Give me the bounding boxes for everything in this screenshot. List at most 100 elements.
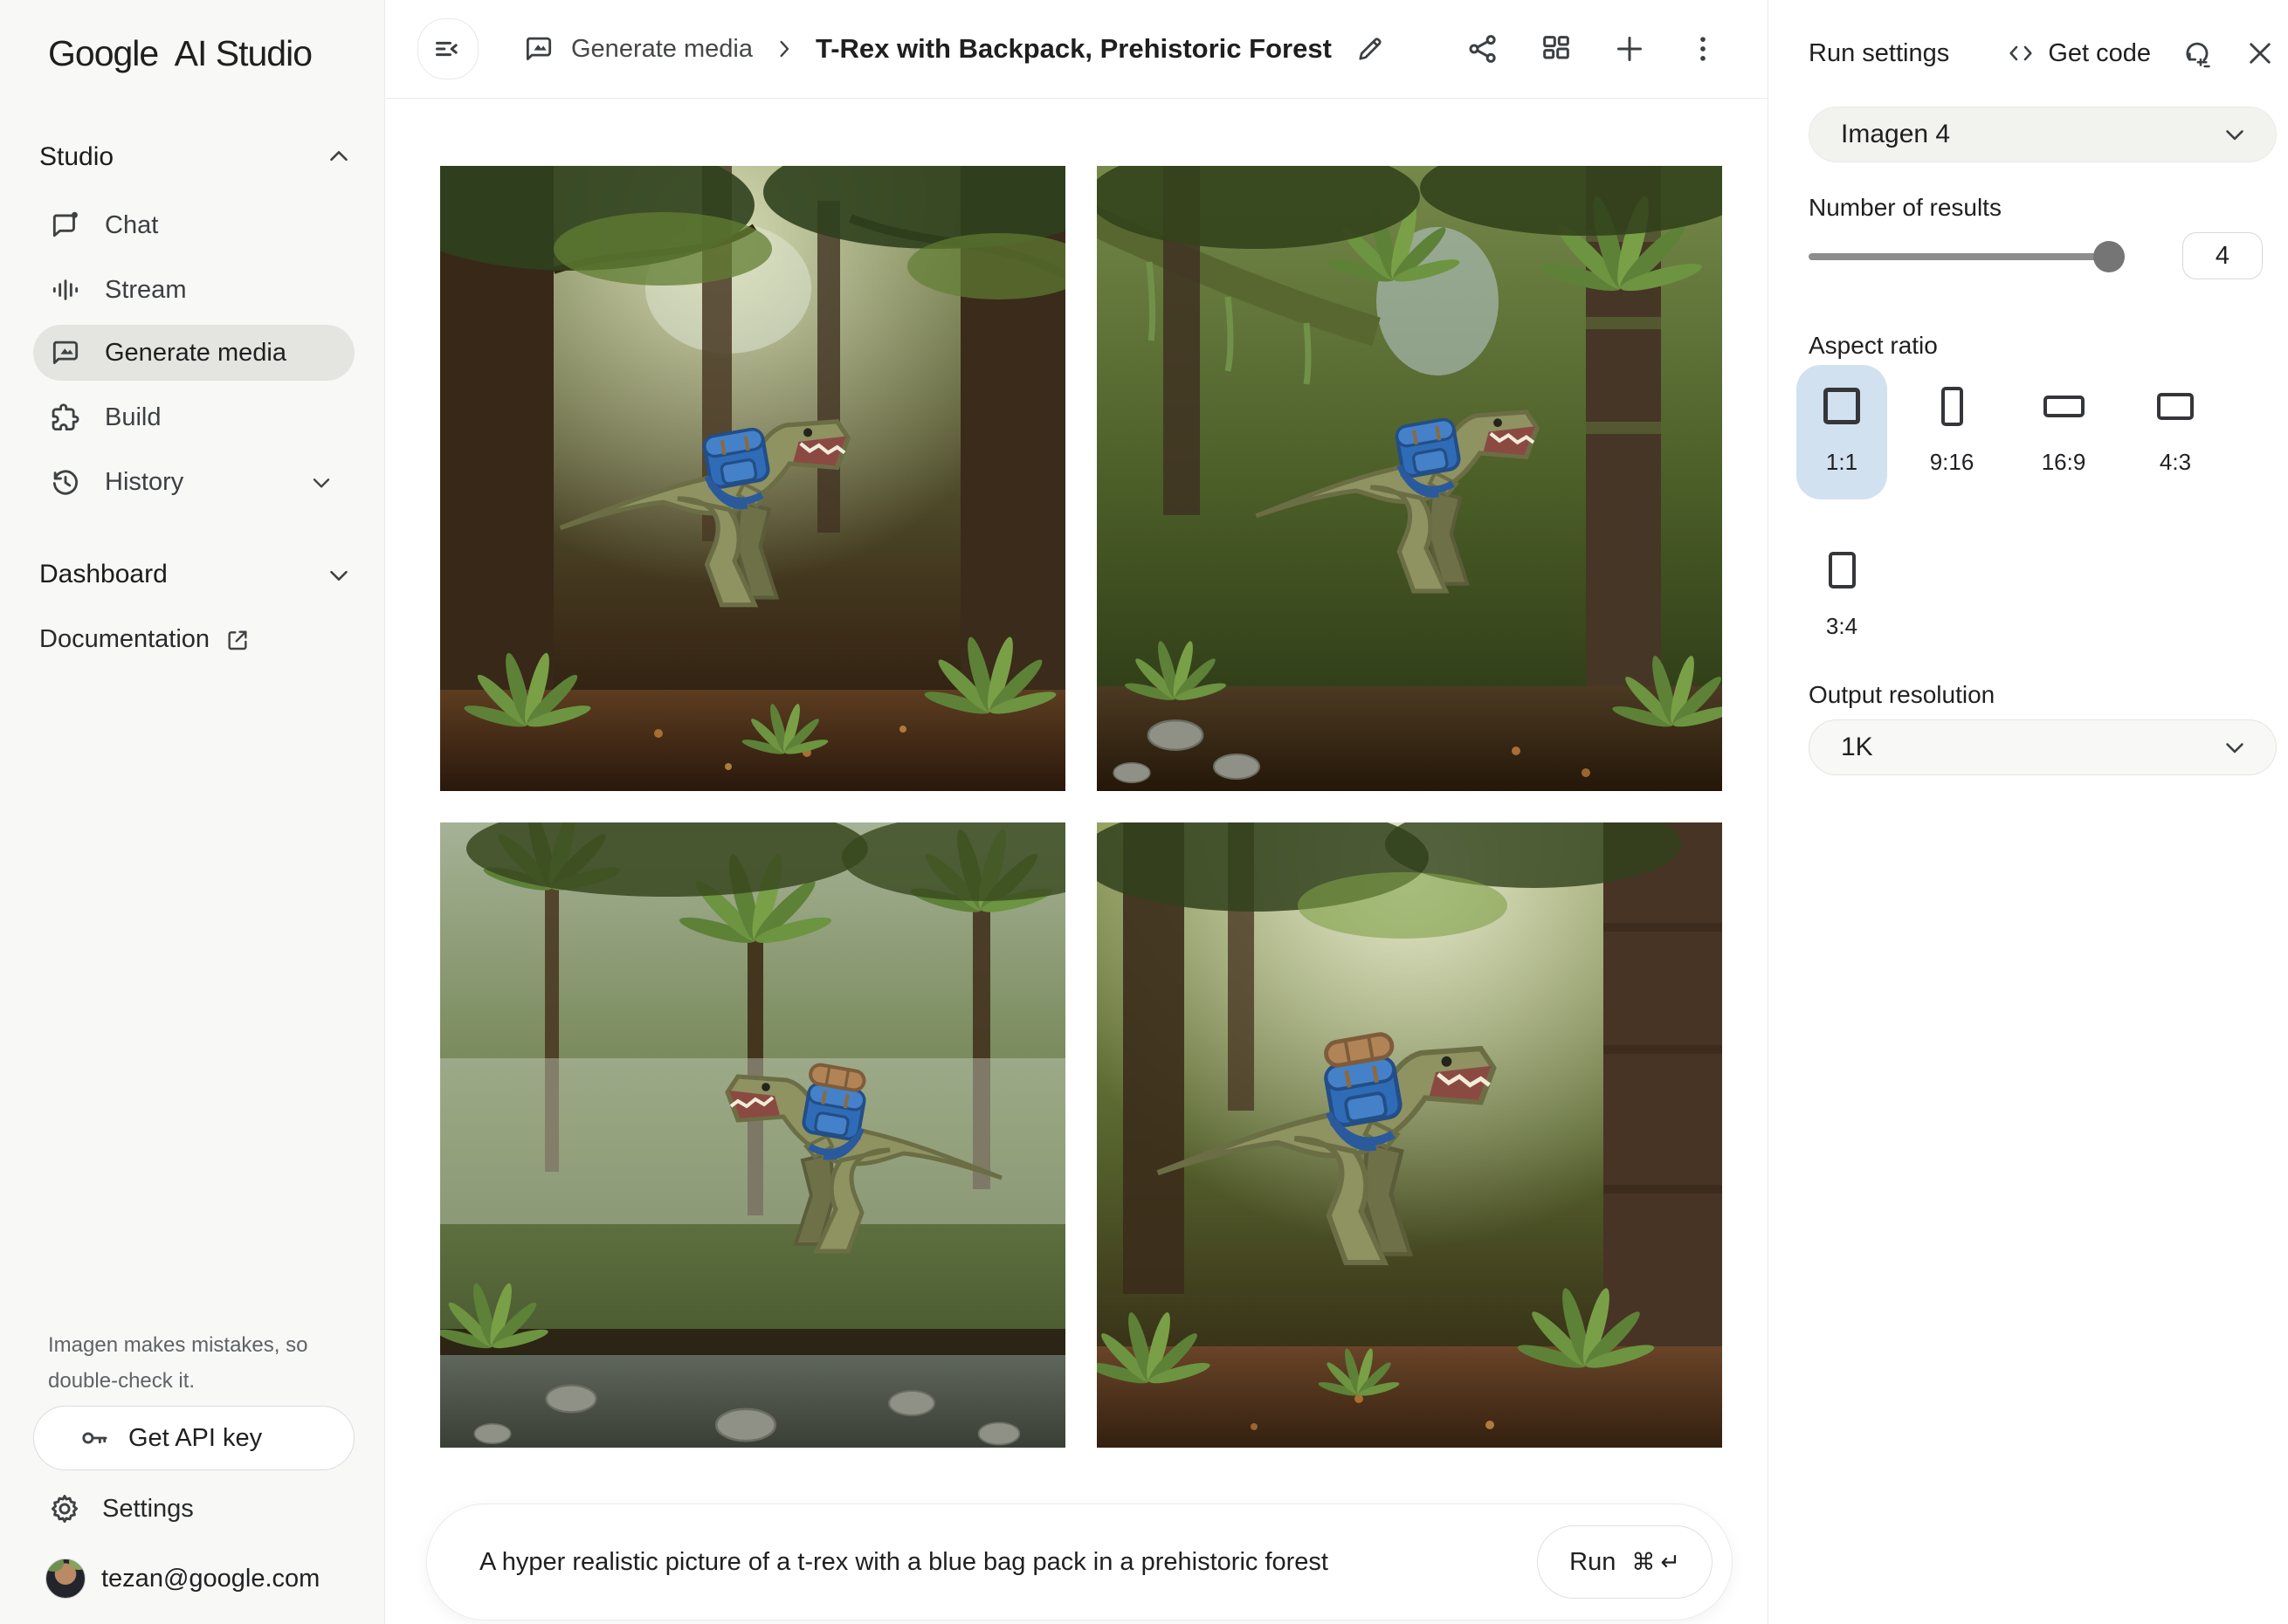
generated-image-2[interactable] bbox=[1097, 166, 1722, 791]
sidebar-item-stream[interactable]: Stream bbox=[33, 262, 355, 318]
sidebar-item-label: Generate media bbox=[105, 339, 286, 368]
settings-label: Settings bbox=[102, 1495, 194, 1524]
get-code-button[interactable]: Get code bbox=[2006, 38, 2151, 68]
sidebar-item-history[interactable]: History bbox=[33, 454, 355, 510]
more-options-button[interactable] bbox=[1685, 31, 1720, 66]
aspect-1-1-icon bbox=[1823, 388, 1860, 424]
header-actions bbox=[1465, 31, 1720, 66]
main-content: Generate media T-Rex with Backpack, Preh… bbox=[385, 0, 1768, 1624]
plus-icon bbox=[1612, 31, 1647, 66]
chevron-down-icon bbox=[2220, 120, 2250, 149]
generate-media-icon bbox=[49, 336, 82, 369]
account-button[interactable]: tezan@google.com bbox=[45, 1556, 320, 1601]
aspect-4-3-icon bbox=[2157, 393, 2194, 420]
cmd-key-icon: ⌘ bbox=[1631, 1549, 1655, 1576]
sidebar-section-studio[interactable]: Studio bbox=[39, 136, 354, 178]
generated-image-3[interactable] bbox=[440, 822, 1065, 1448]
results-slider-thumb[interactable] bbox=[2093, 241, 2125, 272]
page-title: T-Rex with Backpack, Prehistoric Forest bbox=[816, 33, 1332, 65]
generated-image-1[interactable] bbox=[440, 166, 1065, 791]
dashboard-grid-icon bbox=[1539, 31, 1574, 66]
run-button[interactable]: Run ⌘ ↵ bbox=[1537, 1525, 1713, 1599]
sidebar-item-label: Stream bbox=[105, 276, 186, 305]
aspect-option-3-4[interactable]: 3:4 bbox=[1796, 529, 1887, 664]
logo-google: Google bbox=[48, 33, 158, 73]
rename-button[interactable] bbox=[1354, 33, 1386, 65]
sidebar-item-documentation[interactable]: Documentation bbox=[39, 625, 252, 654]
run-settings-panel: Run settings Get code bbox=[1768, 0, 2288, 1624]
model-select[interactable]: Imagen 4 bbox=[1809, 107, 2277, 162]
aspect-option-4-3[interactable]: 4:3 bbox=[2130, 365, 2221, 499]
aspect-ratio-label: Aspect ratio bbox=[1809, 332, 1938, 360]
aspect-option-9-16[interactable]: 9:16 bbox=[1906, 365, 1997, 499]
prompt-input[interactable]: A hyper realistic picture of a t-rex wit… bbox=[426, 1504, 1733, 1621]
chevron-up-icon bbox=[324, 142, 354, 172]
get-api-key-button[interactable]: Get API key bbox=[33, 1406, 355, 1470]
output-resolution-value: 1K bbox=[1841, 733, 1873, 762]
get-api-key-label: Get API key bbox=[128, 1424, 262, 1453]
aspect-16-9-icon bbox=[2043, 396, 2085, 417]
app-logo[interactable]: Google AI Studio bbox=[48, 33, 312, 74]
reset-settings-icon bbox=[2181, 37, 2214, 70]
chevron-right-icon bbox=[770, 35, 798, 63]
section-dashboard-label: Dashboard bbox=[39, 560, 168, 589]
output-resolution-label: Output resolution bbox=[1809, 681, 1995, 709]
model-select-value: Imagen 4 bbox=[1841, 120, 1950, 149]
share-icon bbox=[1465, 31, 1500, 66]
output-resolution-select[interactable]: 1K bbox=[1809, 719, 2277, 775]
sidebar-item-label: History bbox=[105, 468, 183, 497]
external-link-icon bbox=[224, 626, 252, 654]
kebab-menu-icon bbox=[1685, 31, 1720, 66]
generated-image-4[interactable] bbox=[1097, 822, 1722, 1448]
collapse-panel-icon bbox=[431, 31, 465, 66]
aspect-3-4-icon bbox=[1829, 552, 1856, 588]
section-studio-label: Studio bbox=[39, 142, 114, 172]
documentation-label: Documentation bbox=[39, 625, 210, 654]
breadcrumb-label: Generate media bbox=[571, 35, 753, 64]
aspect-9-16-icon bbox=[1941, 387, 1963, 426]
reset-settings-button[interactable] bbox=[2181, 37, 2214, 70]
breadcrumb[interactable]: Generate media bbox=[522, 32, 753, 65]
aspect-option-16-9[interactable]: 16:9 bbox=[2018, 365, 2109, 499]
close-icon bbox=[2243, 37, 2277, 70]
model-disclaimer: Imagen makes mistakes, so double-check i… bbox=[48, 1327, 345, 1399]
number-of-results-control: 4 bbox=[1809, 232, 2277, 281]
puzzle-icon bbox=[49, 401, 82, 434]
run-label: Run bbox=[1569, 1548, 1616, 1577]
generate-media-icon bbox=[522, 32, 555, 65]
number-of-results-label: Number of results bbox=[1809, 194, 2002, 222]
code-icon bbox=[2006, 38, 2036, 68]
sidebar-item-generate-media[interactable]: Generate media bbox=[33, 325, 355, 381]
share-button[interactable] bbox=[1465, 31, 1500, 66]
sidebar-item-label: Chat bbox=[105, 211, 158, 240]
google-ai-studio-app: Google AI Studio Studio Chat Stream bbox=[0, 0, 2288, 1624]
chevron-down-icon bbox=[2220, 733, 2250, 762]
avatar bbox=[45, 1559, 86, 1599]
chat-icon bbox=[49, 209, 82, 242]
key-icon bbox=[78, 1421, 111, 1455]
sidebar-item-build[interactable]: Build bbox=[33, 389, 355, 445]
apps-grid-button[interactable] bbox=[1539, 31, 1574, 66]
results-value-input[interactable]: 4 bbox=[2182, 232, 2263, 279]
history-icon bbox=[49, 465, 82, 499]
aspect-option-1-1[interactable]: 1:1 bbox=[1796, 365, 1887, 499]
sidebar: Google AI Studio Studio Chat Stream bbox=[0, 0, 385, 1624]
close-panel-button[interactable] bbox=[2243, 37, 2277, 70]
enter-key-icon: ↵ bbox=[1660, 1549, 1680, 1576]
collapse-sidebar-button[interactable] bbox=[417, 18, 479, 79]
new-prompt-button[interactable] bbox=[1612, 31, 1647, 66]
gear-icon bbox=[48, 1492, 81, 1525]
chevron-down-icon bbox=[307, 468, 335, 496]
settings-button[interactable]: Settings bbox=[48, 1486, 194, 1531]
logo-ai-studio: AI Studio bbox=[175, 33, 312, 73]
sidebar-item-chat[interactable]: Chat bbox=[33, 197, 355, 253]
sidebar-item-label: Build bbox=[105, 403, 162, 432]
main-header: Generate media T-Rex with Backpack, Preh… bbox=[385, 0, 1768, 99]
sidebar-section-dashboard[interactable]: Dashboard bbox=[39, 554, 354, 595]
waveform-icon bbox=[49, 273, 82, 306]
results-slider-track[interactable] bbox=[1809, 253, 2109, 260]
run-settings-title: Run settings bbox=[1809, 39, 1949, 68]
run-settings-header: Run settings Get code bbox=[1809, 31, 2277, 75]
get-code-label: Get code bbox=[2048, 39, 2151, 68]
chevron-down-icon bbox=[324, 560, 354, 589]
